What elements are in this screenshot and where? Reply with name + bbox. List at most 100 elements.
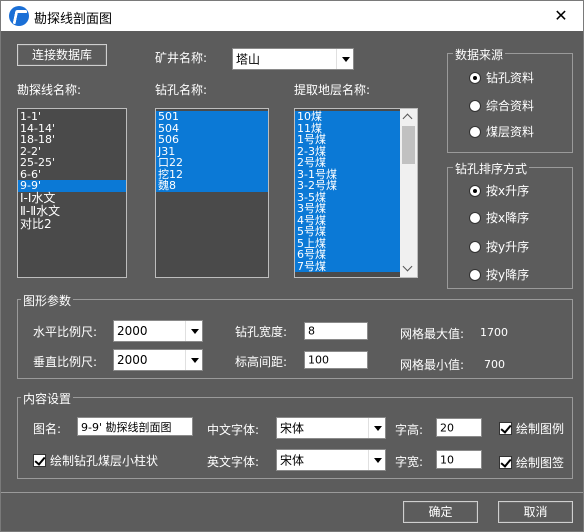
hole-listbox[interactable]: 501 504 506 J31 口22 挖12 魏8 bbox=[155, 108, 269, 278]
data-source-title: 数据来源 bbox=[453, 46, 506, 63]
draw-sign-checkbox[interactable]: 绘制图签 bbox=[499, 454, 564, 471]
grid-min-value: 700 bbox=[484, 358, 505, 371]
hole-width-value: 8 bbox=[308, 324, 315, 338]
list-item-selected[interactable]: 10煤 bbox=[295, 111, 400, 123]
radio-icon bbox=[469, 268, 481, 281]
v-scale-select[interactable]: 2000 bbox=[113, 349, 203, 371]
radio-label: 按x降序 bbox=[486, 211, 530, 225]
list-item-selected[interactable]: 3号煤 bbox=[295, 203, 400, 215]
app-logo-icon bbox=[9, 6, 29, 26]
hole-width-label: 钻孔宽度: bbox=[235, 325, 288, 339]
line-listbox[interactable]: 1-1' 14-14' 18-18' 2-2' 25-25' 6-6' 9-9'… bbox=[17, 108, 127, 278]
chevron-down-icon[interactable] bbox=[368, 450, 385, 470]
checkbox-label: 绘制图签 bbox=[516, 456, 565, 470]
h-scale-label: 水平比例尺: bbox=[33, 325, 98, 339]
list-item-selected[interactable]: 口22 bbox=[156, 157, 268, 169]
list-item[interactable]: 对比2 bbox=[18, 217, 126, 231]
graph-params-title: 图形参数 bbox=[21, 292, 74, 309]
grid-min-label: 网格最小值: bbox=[400, 358, 465, 372]
connect-db-button[interactable]: 连接数据库 bbox=[17, 44, 107, 66]
cn-font-select[interactable]: 宋体 bbox=[276, 417, 386, 439]
list-item[interactable]: 25-25' bbox=[18, 157, 126, 169]
radio-icon bbox=[469, 211, 481, 224]
layer-list-scrollbar[interactable] bbox=[400, 109, 417, 277]
list-item-selected[interactable]: 6号煤 bbox=[295, 249, 400, 261]
chart-name-input[interactable]: 9-9' 勘探线剖面图 bbox=[77, 417, 193, 436]
list-item-selected[interactable]: 3-2号煤 bbox=[295, 180, 400, 192]
grid-max-label: 网格最大值: bbox=[400, 327, 465, 341]
cancel-button[interactable]: 取消 bbox=[498, 501, 573, 523]
draw-legend-checkbox[interactable]: 绘制图例 bbox=[499, 420, 564, 437]
v-scale-label: 垂直比例尺: bbox=[33, 355, 98, 369]
list-item-selected[interactable]: 1号煤 bbox=[295, 134, 400, 146]
radio-source-composite[interactable]: 综合资料 bbox=[469, 97, 534, 114]
draw-column-checkbox[interactable]: 绘制钻孔煤层小柱状 bbox=[33, 452, 158, 469]
char-width-label: 字宽: bbox=[395, 455, 424, 469]
list-item-selected[interactable]: 7号煤 bbox=[295, 260, 400, 272]
ok-button[interactable]: 确定 bbox=[403, 501, 478, 523]
h-scale-select[interactable]: 2000 bbox=[113, 320, 203, 342]
chart-name-value: 9-9' 勘探线剖面图 bbox=[81, 420, 172, 434]
radio-label: 煤层资料 bbox=[486, 125, 535, 139]
window-title: 勘探线剖面图 bbox=[34, 12, 113, 27]
char-height-value: 20 bbox=[440, 421, 454, 434]
h-scale-value: 2000 bbox=[117, 324, 148, 338]
layer-list-items: 10煤 11煤 1号煤 2-3煤 2号煤 3-1号煤 3-2号煤 3-5煤 3号… bbox=[295, 111, 400, 272]
footer-divider bbox=[1, 492, 583, 493]
radio-sort-x-desc[interactable]: 按x降序 bbox=[469, 209, 529, 226]
mine-select-value: 塔山 bbox=[236, 52, 261, 67]
radio-label: 按x升序 bbox=[486, 184, 530, 198]
list-item-selected[interactable]: 5号煤 bbox=[295, 226, 400, 238]
radio-icon bbox=[469, 240, 481, 253]
char-height-input[interactable]: 20 bbox=[436, 418, 482, 437]
radio-checked-icon bbox=[469, 71, 481, 84]
list-item-selected[interactable]: 魏8 bbox=[156, 180, 268, 192]
checkbox-label: 绘制钻孔煤层小柱状 bbox=[50, 454, 159, 468]
radio-label: 按y升序 bbox=[486, 240, 530, 254]
close-icon[interactable]: ✕ bbox=[539, 1, 583, 31]
scroll-down-icon[interactable] bbox=[400, 260, 417, 277]
scroll-up-icon[interactable] bbox=[400, 109, 417, 126]
list-item[interactable]: 1-1' bbox=[18, 111, 126, 123]
checkbox-checked-icon bbox=[33, 454, 46, 467]
char-width-value: 10 bbox=[440, 453, 454, 466]
char-width-input[interactable]: 10 bbox=[436, 450, 482, 469]
radio-source-seam[interactable]: 煤层资料 bbox=[469, 123, 534, 140]
content-settings-title: 内容设置 bbox=[21, 390, 74, 407]
elev-interval-input[interactable]: 100 bbox=[304, 351, 368, 369]
list-item[interactable]: 18-18' bbox=[18, 134, 126, 146]
mine-select[interactable]: 塔山 bbox=[232, 48, 354, 70]
radio-icon bbox=[469, 125, 481, 138]
line-list-label: 勘探线名称: bbox=[17, 83, 82, 97]
list-item-selected[interactable]: 2号煤 bbox=[295, 157, 400, 169]
radio-sort-y-asc[interactable]: 按y升序 bbox=[469, 238, 529, 255]
layer-listbox[interactable]: 10煤 11煤 1号煤 2-3煤 2号煤 3-1号煤 3-2号煤 3-5煤 3号… bbox=[294, 108, 418, 278]
radio-label: 按y降序 bbox=[486, 268, 530, 282]
cn-font-label: 中文字体: bbox=[207, 423, 260, 437]
layer-list-label: 提取地层名称: bbox=[294, 83, 371, 97]
cn-font-value: 宋体 bbox=[280, 421, 305, 436]
list-item-selected[interactable]: 501 bbox=[156, 111, 268, 123]
title-bar: 勘探线剖面图 ✕ bbox=[1, 1, 583, 31]
radio-source-drill[interactable]: 钻孔资料 bbox=[469, 69, 534, 86]
sort-title: 钻孔排序方式 bbox=[453, 160, 530, 177]
en-font-select[interactable]: 宋体 bbox=[276, 449, 386, 471]
radio-sort-y-desc[interactable]: 按y降序 bbox=[469, 266, 529, 283]
list-item[interactable]: Ⅱ-Ⅱ水文 bbox=[18, 204, 126, 218]
elev-interval-label: 标高间距: bbox=[235, 355, 288, 369]
checkbox-checked-icon bbox=[499, 456, 512, 469]
chevron-down-icon[interactable] bbox=[368, 418, 385, 438]
radio-label: 钻孔资料 bbox=[486, 71, 535, 85]
chevron-down-icon[interactable] bbox=[185, 350, 202, 370]
radio-label: 综合资料 bbox=[486, 99, 535, 113]
chart-name-label: 图名: bbox=[33, 422, 62, 436]
list-item[interactable]: Ⅰ-Ⅰ水文 bbox=[18, 191, 126, 205]
chevron-down-icon[interactable] bbox=[336, 49, 353, 69]
radio-sort-x-asc[interactable]: 按x升序 bbox=[469, 182, 529, 199]
grid-max-value: 1700 bbox=[480, 326, 508, 339]
list-item-selected[interactable]: 9-9' bbox=[18, 180, 126, 192]
hole-width-input[interactable]: 8 bbox=[304, 322, 368, 340]
chevron-down-icon[interactable] bbox=[185, 321, 202, 341]
scroll-thumb[interactable] bbox=[402, 126, 415, 164]
list-item-selected[interactable]: 506 bbox=[156, 134, 268, 146]
